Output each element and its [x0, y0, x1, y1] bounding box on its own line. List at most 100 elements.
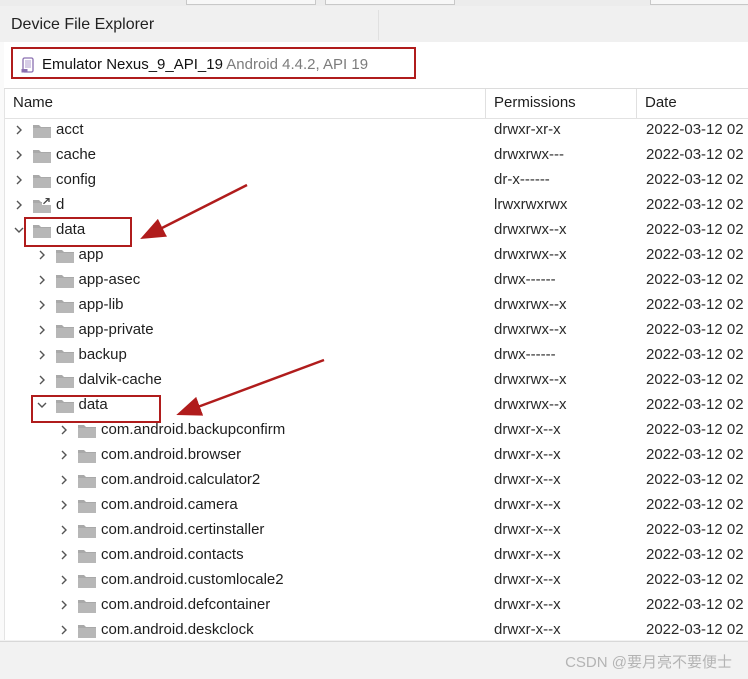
- row-date: 2022-03-12 02: [646, 521, 744, 538]
- row-name: com.android.browser: [101, 446, 242, 463]
- row-name: d: [56, 196, 65, 213]
- folder-icon: [78, 450, 96, 463]
- chevron-right-icon[interactable]: [13, 149, 25, 161]
- row-date: 2022-03-12 02: [646, 146, 744, 163]
- row-permissions: drwxrwx--x: [494, 371, 567, 388]
- row-permissions: drwxrwx--x: [494, 246, 567, 263]
- tree-row[interactable]: app-asec drwx------ 2022-03-12 02: [5, 268, 748, 293]
- folder-icon: [78, 600, 96, 613]
- row-date: 2022-03-12 02: [646, 296, 744, 313]
- device-name: Emulator Nexus_9_API_19: [42, 56, 223, 73]
- chevron-right-icon[interactable]: [58, 574, 70, 586]
- row-permissions: drwxr-x--x: [494, 621, 561, 638]
- chevron-right-icon[interactable]: [36, 274, 48, 286]
- row-permissions: drwx------: [494, 346, 556, 363]
- row-date: 2022-03-12 02: [646, 496, 744, 513]
- folder-icon: [33, 175, 51, 188]
- tree-row[interactable]: backup drwx------ 2022-03-12 02: [5, 343, 748, 368]
- tree-row[interactable]: com.android.deskclock drwxr-x--x 2022-03-1…: [5, 618, 748, 640]
- folder-icon: [78, 500, 96, 513]
- file-tree: Name Permissions Date acct drwxr-xr-x 2022…: [5, 89, 748, 640]
- chevron-right-icon[interactable]: [58, 474, 70, 486]
- chevron-right-icon[interactable]: [36, 324, 48, 336]
- folder-icon: [55, 350, 74, 363]
- row-permissions: drwx------: [494, 271, 556, 288]
- chevron-right-icon[interactable]: [36, 349, 48, 361]
- chevron-right-icon[interactable]: [58, 424, 70, 436]
- panel-title-bar: Device File Explorer: [0, 6, 748, 43]
- tree-row[interactable]: app-lib drwxrwx--x 2022-03-12 02: [5, 293, 748, 318]
- row-permissions: drwxrwx--x: [494, 321, 567, 338]
- folder-icon: [55, 375, 74, 388]
- tree-row[interactable]: com.android.camera drwxr-x--x 2022-03-12 0…: [5, 493, 748, 518]
- row-name: app-lib: [78, 296, 124, 313]
- row-name: com.android.customlocale2: [101, 571, 284, 588]
- row-permissions: drwxr-x--x: [494, 596, 561, 613]
- tree-row[interactable]: com.android.certinstaller drwxr-x--x 2022-…: [5, 518, 748, 543]
- row-permissions: dr-x------: [494, 171, 550, 188]
- folder-icon: [33, 150, 51, 163]
- row-permissions: drwxrwx---: [494, 146, 564, 163]
- chevron-right-icon[interactable]: [13, 124, 25, 136]
- row-permissions: drwxr-x--x: [494, 421, 561, 438]
- folder-icon: [78, 575, 96, 588]
- chevron-right-icon[interactable]: [58, 499, 70, 511]
- row-name: acct: [56, 121, 84, 138]
- row-permissions: drwxr-x--x: [494, 546, 561, 563]
- tree-row[interactable]: app-private drwxrwx--x 2022-03-12 02: [5, 318, 748, 343]
- chevron-right-icon[interactable]: [36, 299, 48, 311]
- row-permissions: drwxr-x--x: [494, 521, 561, 538]
- row-name: com.android.calculator2: [101, 471, 261, 488]
- tree-row[interactable]: cache drwxrwx--- 2022-03-12 02: [5, 143, 748, 168]
- row-date: 2022-03-12 02: [646, 471, 744, 488]
- chevron-right-icon[interactable]: [58, 524, 70, 536]
- chevron-right-icon[interactable]: [58, 624, 70, 636]
- folder-icon: [78, 625, 96, 638]
- row-permissions: lrwxrwxrwx: [494, 196, 568, 213]
- top-tab[interactable]: [650, 0, 748, 5]
- top-tab[interactable]: [325, 0, 455, 5]
- chevron-right-icon[interactable]: [36, 374, 48, 386]
- row-name: backup: [78, 346, 127, 363]
- tree-row[interactable]: config dr-x------ 2022-03-12 02: [5, 168, 748, 193]
- chevron-right-icon[interactable]: [36, 249, 48, 261]
- tree-row[interactable]: com.android.calculator2 drwxr-x--x 2022-03…: [5, 468, 748, 493]
- column-date-header[interactable]: Date: [636, 89, 677, 118]
- row-name: com.android.backupconfirm: [101, 421, 286, 438]
- row-date: 2022-03-12 02: [646, 171, 744, 188]
- chevron-right-icon[interactable]: [58, 549, 70, 561]
- row-date: 2022-03-12 02: [646, 446, 744, 463]
- device-selector[interactable]: Emulator Nexus_9_API_19 Android 4.4.2, A…: [11, 47, 416, 79]
- chevron-right-icon[interactable]: [58, 599, 70, 611]
- folder-icon: [78, 475, 96, 488]
- tree-row[interactable]: d lrwxrwxrwx 2022-03-12 02: [5, 193, 748, 218]
- top-tab[interactable]: [186, 0, 316, 5]
- column-name-header[interactable]: Name: [13, 89, 53, 118]
- chevron-right-icon[interactable]: [58, 449, 70, 461]
- row-permissions: drwxrwx--x: [494, 221, 567, 238]
- row-permissions: drwxr-x--x: [494, 496, 561, 513]
- tree-row[interactable]: com.android.customlocale2 drwxr-x--x 2022-…: [5, 568, 748, 593]
- device-selector-row: Emulator Nexus_9_API_19 Android 4.4.2, A…: [4, 42, 748, 89]
- row-date: 2022-03-12 02: [646, 196, 744, 213]
- folder-icon: [33, 125, 51, 138]
- device-icon: [21, 57, 34, 73]
- row-name: app-private: [78, 321, 154, 338]
- tree-row[interactable]: com.android.defcontainer drwxr-x--x 2022-0…: [5, 593, 748, 618]
- row-permissions: drwxr-x--x: [494, 571, 561, 588]
- chevron-right-icon[interactable]: [13, 174, 25, 186]
- row-name: com.android.certinstaller: [101, 521, 265, 538]
- tree-row[interactable]: com.android.browser drwxr-x--x 2022-03-12 …: [5, 443, 748, 468]
- row-name: app-asec: [78, 271, 141, 288]
- row-permissions: drwxr-x--x: [494, 446, 561, 463]
- row-date: 2022-03-12 02: [646, 221, 744, 238]
- row-permissions: drwxr-x--x: [494, 471, 561, 488]
- chevron-right-icon[interactable]: [13, 199, 25, 211]
- folder-icon: [78, 525, 96, 538]
- folder-icon: [55, 250, 74, 263]
- column-permissions-header[interactable]: Permissions: [485, 89, 576, 118]
- tree-row[interactable]: acct drwxr-xr-x 2022-03-12 02: [5, 118, 748, 143]
- tree-row[interactable]: com.android.contacts drwxr-x--x 2022-03-12…: [5, 543, 748, 568]
- tree-row[interactable]: dalvik-cache drwxrwx--x 2022-03-12 02: [5, 368, 748, 393]
- row-date: 2022-03-12 02: [646, 621, 744, 638]
